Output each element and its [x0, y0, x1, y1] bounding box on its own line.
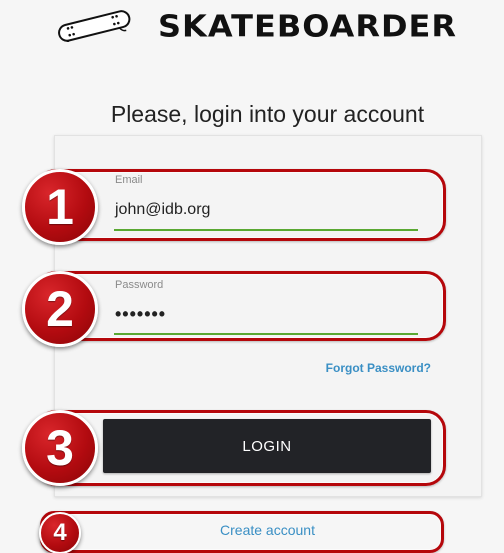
- skateboard-icon: [58, 10, 131, 42]
- annotation-badge-2: 2: [22, 271, 98, 347]
- brand-logo-text: SKATEBOARDER: [158, 7, 458, 45]
- annotation-box-4: [40, 511, 444, 553]
- page-title: Please, login into your account: [110, 101, 425, 127]
- forgot-password-link[interactable]: Forgot Password?: [326, 361, 431, 375]
- annotation-badge-1: 1: [22, 169, 98, 245]
- annotation-badge-3: 3: [22, 410, 98, 486]
- login-page: SKATEBOARDER Please, login into your acc…: [0, 0, 504, 553]
- annotation-badge-4: 4: [39, 512, 81, 553]
